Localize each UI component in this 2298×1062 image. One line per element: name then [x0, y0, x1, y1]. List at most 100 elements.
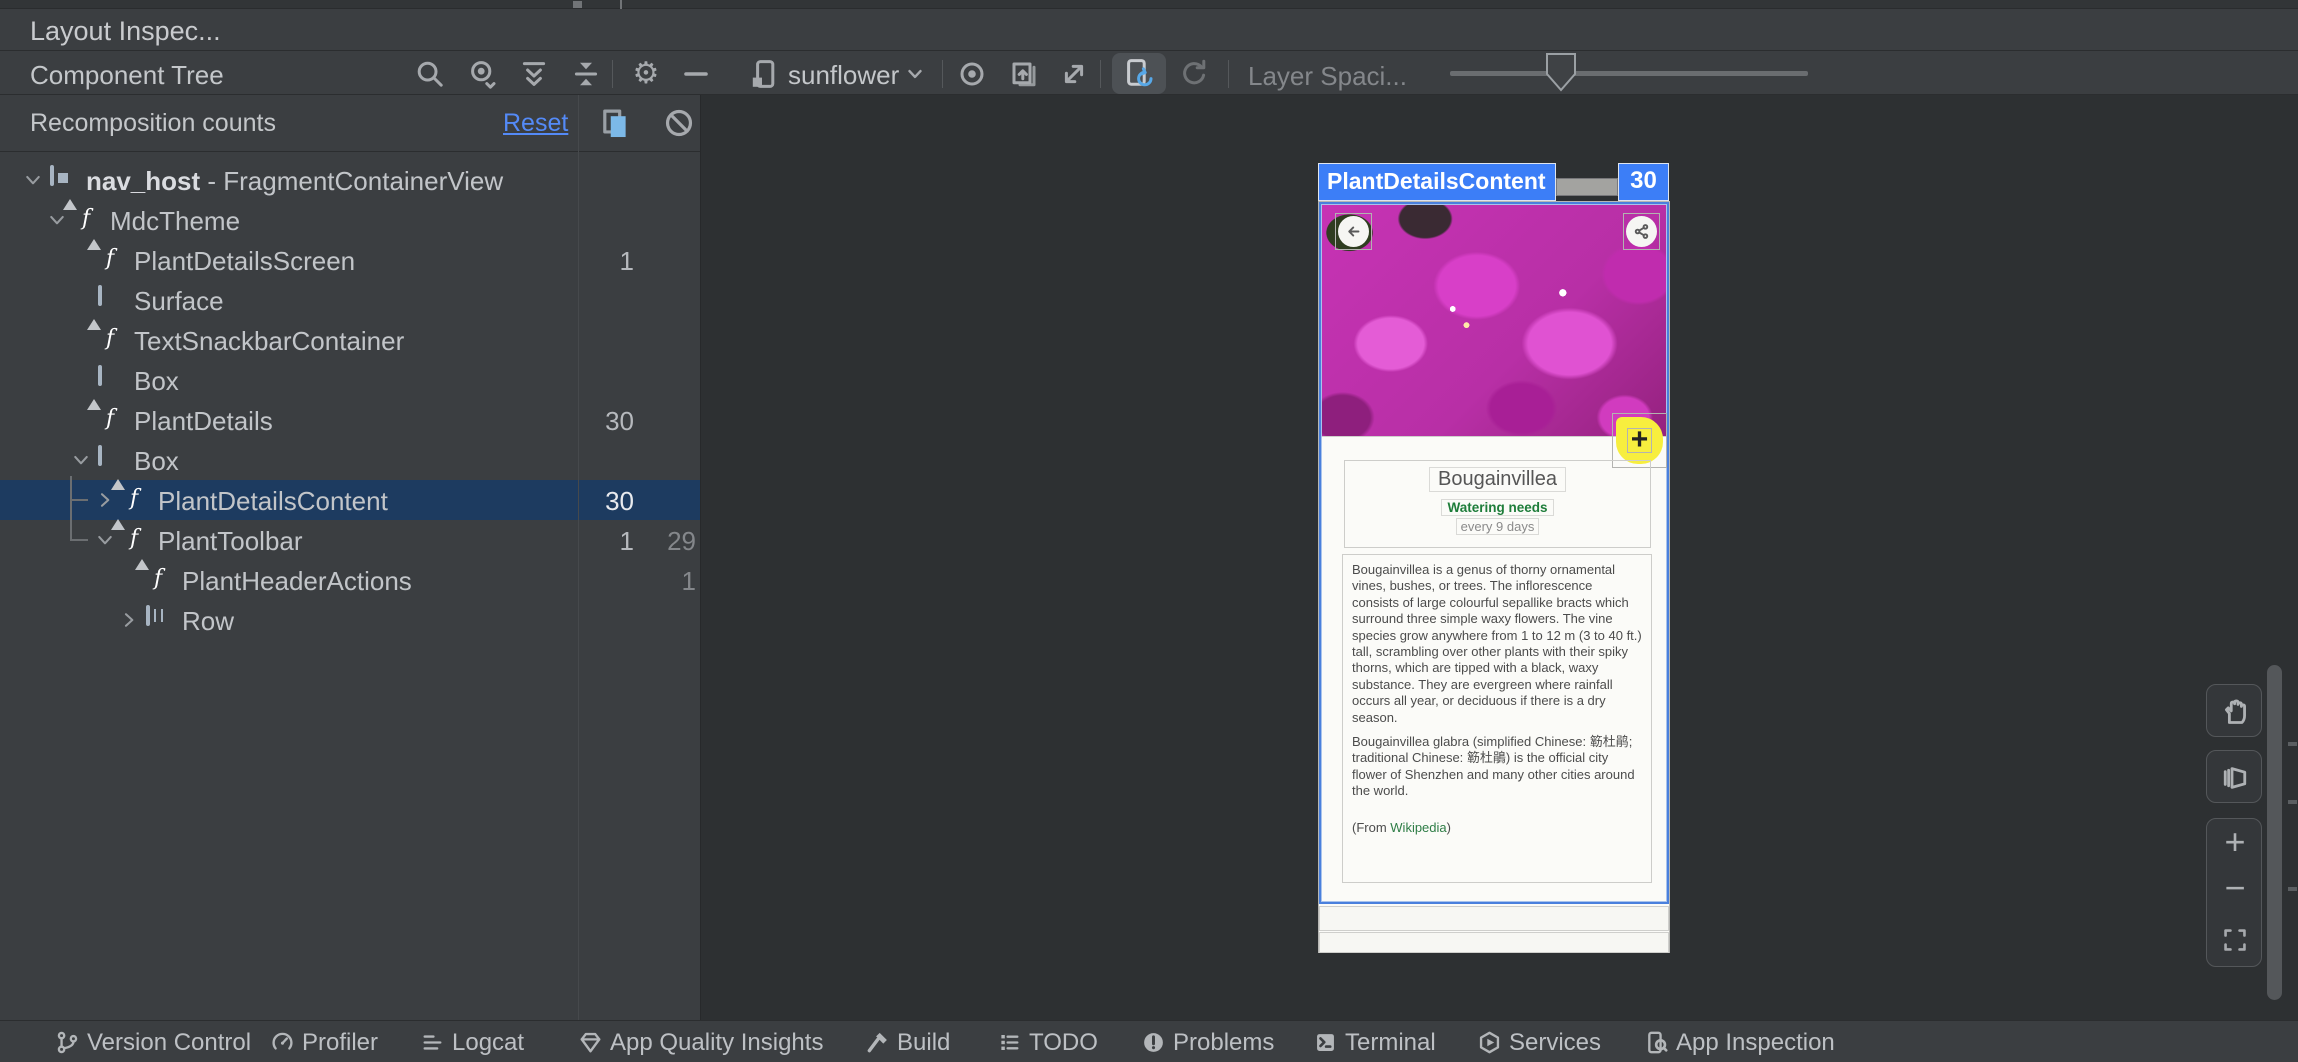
collapse-all-icon[interactable] — [570, 58, 602, 90]
chevron-down-icon[interactable] — [22, 169, 44, 191]
plant-description[interactable]: Bougainvillea is a genus of thorny ornam… — [1342, 554, 1652, 883]
chevron-down-icon[interactable] — [46, 209, 68, 231]
tree-row-box[interactable]: Box — [0, 360, 700, 400]
tree-node-label: PlantToolbar — [158, 526, 303, 556]
status-bar: Version Control Profiler Logcat App Quality… — [0, 1020, 2298, 1062]
viewport-scrollbar[interactable] — [2267, 665, 2282, 1000]
tree-node-label: MdcTheme — [110, 206, 241, 236]
tree-guide-line — [70, 520, 72, 540]
open-dedicated-window-icon[interactable] — [1058, 58, 1090, 90]
snapshot-icon[interactable] — [1008, 58, 1040, 90]
search-icon[interactable] — [414, 58, 446, 90]
terminal-icon — [1313, 1030, 1338, 1055]
chevron-right-icon[interactable] — [94, 489, 116, 511]
description-paragraph-1: Bougainvillea is a genus of thorny ornam… — [1352, 562, 1642, 725]
row-layout-icon — [146, 605, 172, 633]
scroll-tick — [2288, 742, 2297, 746]
zoom-to-fit-button[interactable] — [2207, 915, 2263, 964]
toolbar-separator — [612, 60, 613, 88]
label-connector — [1556, 178, 1618, 196]
tree-node-label: PlantDetails — [134, 406, 273, 436]
gear-icon[interactable]: ⚙ — [630, 58, 662, 90]
layer-spacing-slider-thumb[interactable] — [1545, 52, 1577, 92]
tree-row-mdctheme[interactable]: f MdcTheme — [0, 199, 700, 240]
tree-row-nav_host[interactable]: nav_host - FragmentContainerView — [0, 160, 700, 200]
tree-row-plantheaderactions[interactable]: f PlantHeaderActions 1 — [0, 559, 700, 600]
navigation-bar-strip — [1319, 932, 1669, 953]
statusbar-label: Logcat — [452, 1029, 525, 1056]
selected-node-label[interactable]: PlantDetailsContent — [1318, 163, 1556, 201]
disable-counts-icon[interactable] — [662, 106, 696, 140]
statusbar-label: App Inspection — [1676, 1029, 1835, 1056]
tree-node-label: Box — [134, 366, 179, 396]
tree-row-plantdetailscontent[interactable]: f PlantDetailsContent 30 — [0, 476, 700, 520]
view-icon — [98, 365, 124, 393]
chevron-right-icon[interactable] — [118, 609, 140, 631]
statusbar-label: Profiler — [302, 1029, 379, 1056]
expand-all-icon[interactable] — [518, 58, 550, 90]
composable-icon: f — [63, 199, 100, 233]
source-suffix: ) — [1446, 819, 1451, 835]
reset-counts-link[interactable]: Reset — [503, 109, 568, 138]
component-tree-panel: Recomposition counts Reset nav_host - Fr… — [0, 95, 700, 1020]
component-tree-title: Component Tree — [30, 60, 224, 90]
source-line: (From Wikipedia) — [1352, 820, 1642, 835]
problem-icon — [1141, 1030, 1166, 1055]
back-button[interactable] — [1338, 216, 1369, 247]
tree-row-plantdetails[interactable]: f PlantDetails 30 — [0, 399, 700, 440]
statusbar-label: Version Control — [87, 1029, 252, 1056]
refresh-icon[interactable] — [1178, 58, 1210, 90]
statusbar-label: Services — [1509, 1029, 1602, 1056]
pan-button[interactable] — [2206, 684, 2262, 737]
layer-spacing-slider-track[interactable] — [1450, 71, 1808, 76]
tree-node-label: PlantHeaderActions — [182, 566, 412, 596]
tree-row-surface[interactable]: Surface — [0, 280, 700, 320]
view-options-icon[interactable] — [466, 58, 498, 90]
composable-icon: f — [87, 399, 124, 433]
composable-icon: f — [111, 519, 148, 553]
tree-row-textsnackbarcontainer[interactable]: f TextSnackbarContainer — [0, 319, 700, 360]
layer-spacing-label: Layer Spaci... — [1248, 61, 1407, 91]
chevron-down-icon[interactable] — [70, 449, 92, 471]
inspection-icon — [1644, 1030, 1669, 1055]
device-icon[interactable] — [748, 58, 780, 90]
process-selector[interactable]: sunflower — [788, 60, 899, 91]
tree-row-planttoolbar[interactable]: f PlantToolbar 1 29 — [0, 519, 700, 560]
wikipedia-link[interactable]: Wikipedia — [1390, 820, 1446, 835]
rotate-3d-button[interactable] — [2206, 750, 2262, 803]
gem-icon — [578, 1030, 603, 1055]
chevron-down-icon[interactable] — [902, 58, 928, 90]
highlight-recompositions-icon[interactable] — [598, 106, 632, 140]
tree-row-box[interactable]: Box — [0, 440, 700, 480]
tool-window-title: Layout Inspec... — [30, 16, 221, 46]
fragment-container-icon — [50, 165, 76, 193]
toolbar-separator — [1100, 60, 1101, 88]
plant-name: Bougainvillea — [1429, 467, 1566, 492]
toggle-deep-inspect-icon[interactable] — [956, 58, 988, 90]
tree-row-plantdetailsscreen[interactable]: f PlantDetailsScreen 1 — [0, 239, 700, 280]
todo-icon — [997, 1030, 1022, 1055]
logcat-icon — [420, 1030, 445, 1055]
tree-row-row[interactable]: Row — [0, 600, 700, 640]
chevron-down-icon[interactable] — [94, 529, 116, 551]
share-button[interactable] — [1626, 216, 1657, 247]
statusbar-label: Problems — [1173, 1029, 1275, 1056]
statusbar-label: Terminal — [1345, 1029, 1436, 1056]
statusbar-label: Build — [897, 1029, 951, 1056]
tree-node-label: Surface — [134, 286, 224, 316]
gauge-icon — [270, 1030, 295, 1055]
plant-details-content[interactable]: + Bougainvillea Watering needs every 9 d… — [1319, 202, 1669, 904]
live-updates-toggle[interactable] — [1112, 53, 1166, 94]
zoom-in-button[interactable]: + — [2207, 819, 2263, 868]
composable-icon: f — [87, 239, 124, 273]
tree-guide-stub — [70, 499, 88, 501]
hand-icon — [2220, 697, 2250, 727]
hide-panel-icon[interactable] — [680, 58, 712, 90]
inspector-toolbar: Component Tree ⚙ sunflower Layer Spaci..… — [0, 52, 2298, 95]
recomposition-count: 1 — [619, 526, 634, 556]
plant-photo — [1322, 205, 1666, 437]
zoom-out-button[interactable]: − — [2207, 865, 2263, 914]
plant-header-card: Bougainvillea Watering needs every 9 day… — [1344, 460, 1651, 548]
recomposition-counts-label: Recomposition counts — [30, 109, 276, 137]
hammer-icon — [865, 1030, 890, 1055]
